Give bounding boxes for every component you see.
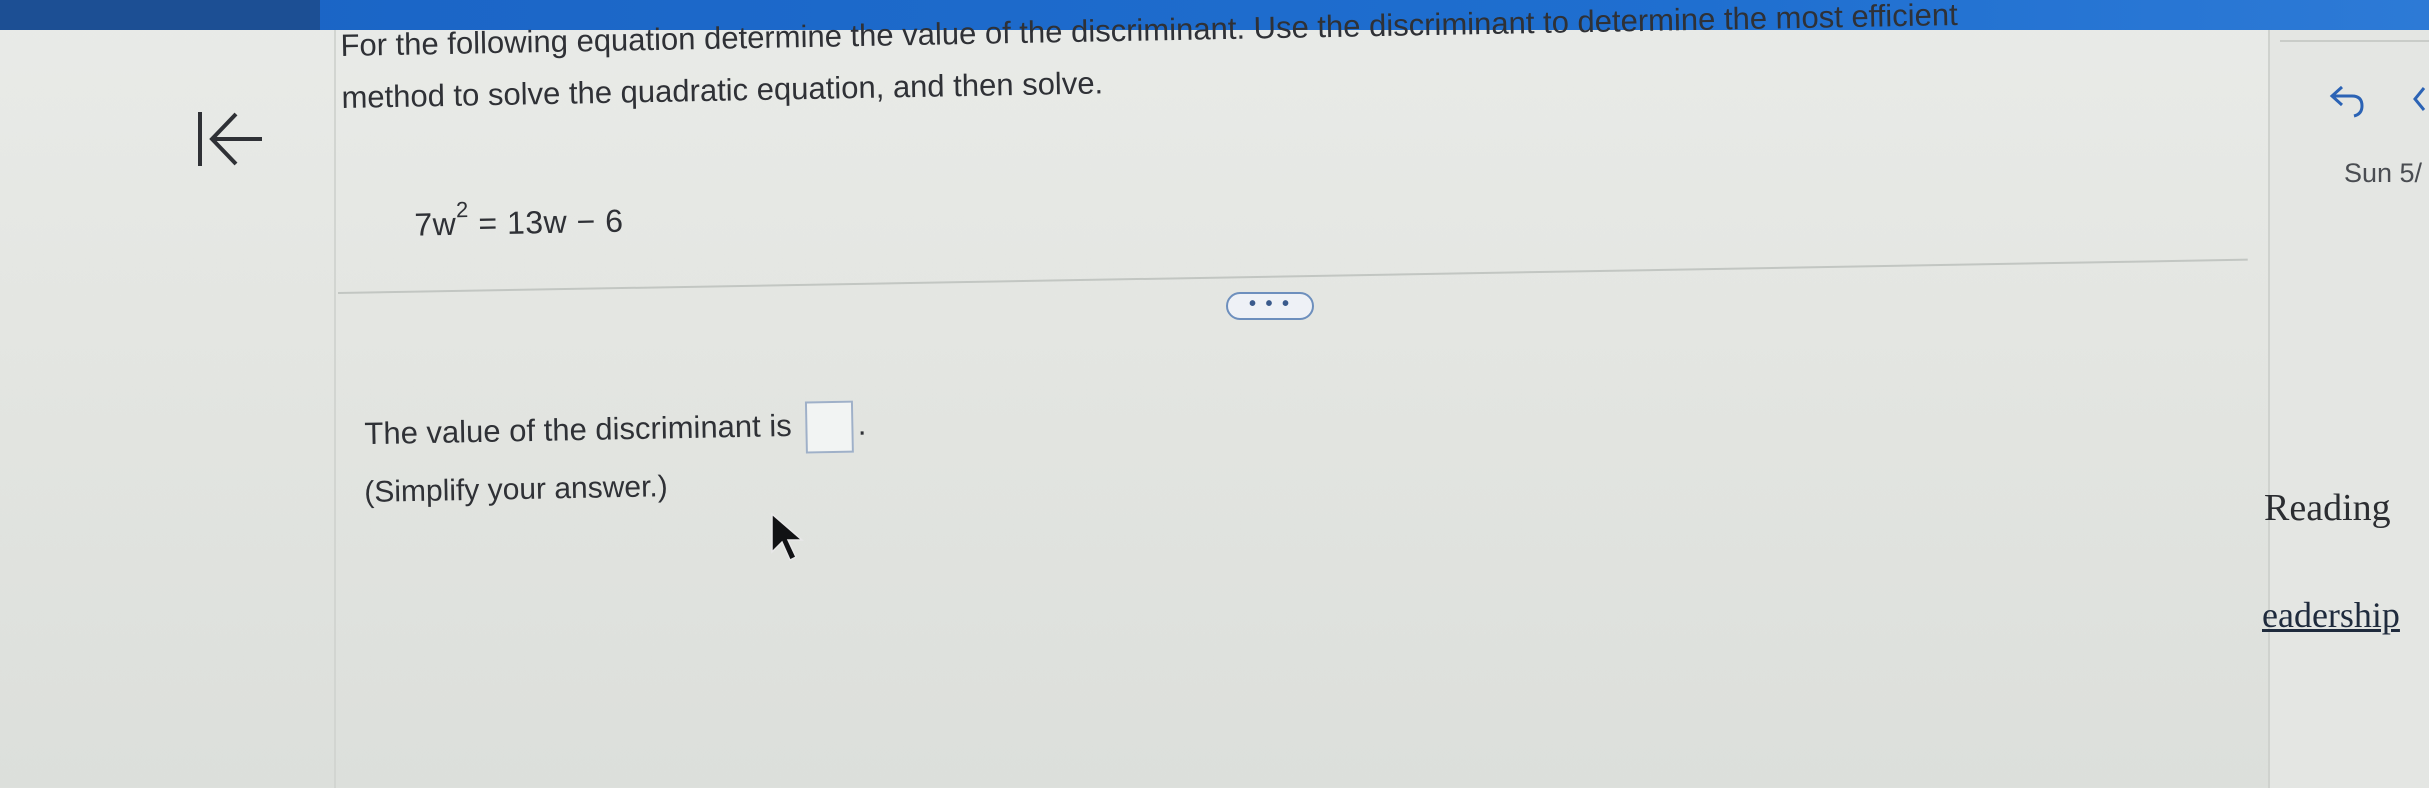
- quadratic-equation: 7w2 = 13w − 6: [414, 196, 624, 244]
- left-panel-divider: [334, 30, 336, 788]
- back-to-start-icon[interactable]: [192, 104, 266, 174]
- expand-more-button[interactable]: • • •: [1226, 292, 1314, 320]
- reading-label: Reading: [2264, 487, 2391, 529]
- undo-arrow-icon[interactable]: [2322, 82, 2368, 122]
- equation-lhs: 7w: [414, 205, 457, 243]
- answer-row: The value of the discriminant is.: [364, 400, 867, 462]
- top-banner-dark-segment: [0, 0, 320, 30]
- answer-prompt: The value of the discriminant is: [364, 407, 793, 452]
- date-label: Sun 5/: [2344, 158, 2423, 188]
- leadership-link[interactable]: eadership: [2262, 594, 2400, 636]
- chevron-left-icon[interactable]: [2410, 84, 2428, 114]
- equation-exponent: 2: [455, 196, 470, 223]
- right-panel-top-line: [2280, 40, 2429, 42]
- right-side-panel: [2268, 30, 2429, 788]
- mouse-pointer-icon: [771, 512, 805, 562]
- question-prompt: For the following equation determine the…: [340, 0, 2242, 124]
- equation-rhs: = 13w − 6: [468, 202, 624, 242]
- answer-suffix: .: [857, 406, 867, 442]
- simplify-hint: (Simplify your answer.): [364, 470, 668, 509]
- discriminant-answer-input[interactable]: [805, 400, 855, 454]
- section-separator: [338, 258, 2248, 294]
